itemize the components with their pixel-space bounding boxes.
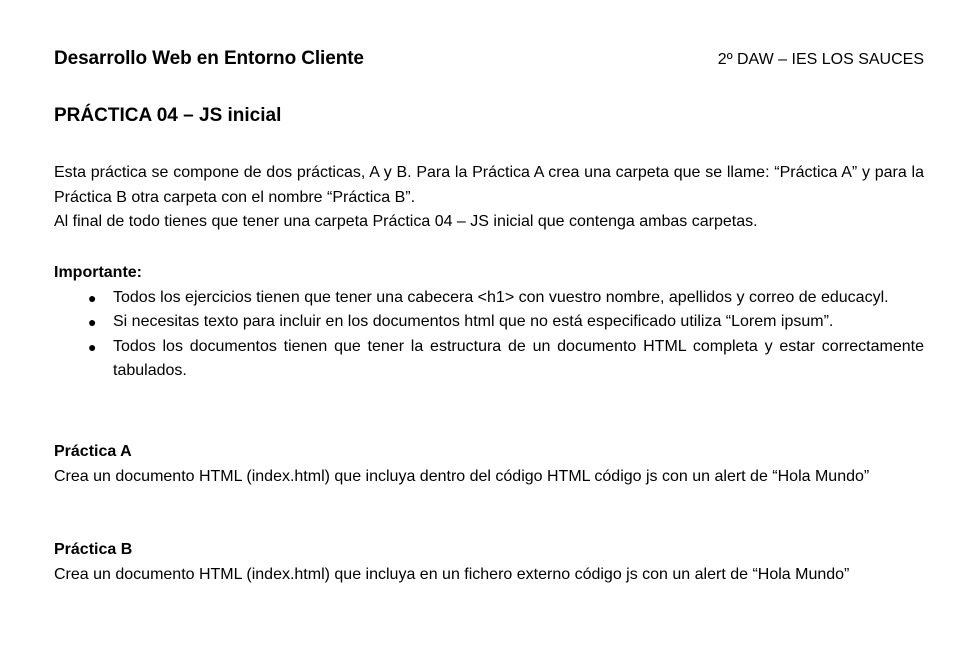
document-page: Desarrollo Web en Entorno Cliente 2º DAW… bbox=[0, 0, 970, 669]
practice-b-text: Crea un documento HTML (index.html) que … bbox=[54, 565, 850, 583]
practice-a-section: Práctica A Crea un documento HTML (index… bbox=[54, 440, 924, 489]
practice-a-text: Crea un documento HTML (index.html) que … bbox=[54, 467, 870, 485]
practice-b-section: Práctica B Crea un documento HTML (index… bbox=[54, 538, 924, 587]
list-item: ● Si necesitas texto para incluir en los… bbox=[54, 310, 924, 335]
intro-section: Esta práctica se compone de dos práctica… bbox=[54, 161, 924, 235]
practice-title: PRÁCTICA 04 – JS inicial bbox=[54, 105, 282, 126]
intro-paragraph-1: Esta práctica se compone de dos práctica… bbox=[54, 164, 924, 206]
list-item: ● Todos los ejercicios tienen que tener … bbox=[54, 286, 924, 311]
bullet-icon: ● bbox=[88, 289, 97, 306]
page-header: Desarrollo Web en Entorno Cliente 2º DAW… bbox=[54, 48, 924, 70]
rule-text: Todos los ejercicios tienen que tener un… bbox=[113, 288, 889, 306]
bullet-icon: ● bbox=[88, 338, 97, 355]
practice-b-label: Práctica B bbox=[54, 541, 133, 558]
rules-list: ● Todos los ejercicios tienen que tener … bbox=[54, 286, 924, 384]
bullet-icon: ● bbox=[88, 314, 97, 330]
list-item: ● Todos los documentos tienen que tener … bbox=[54, 335, 924, 384]
important-section: Importante: ● Todos los ejercicios tiene… bbox=[54, 261, 924, 384]
rule-text: Si necesitas texto para incluir en los d… bbox=[113, 313, 834, 330]
rule-text: Todos los documentos tienen que tener la… bbox=[113, 337, 924, 380]
important-label: Importante: bbox=[54, 264, 142, 281]
course-title: Desarrollo Web en Entorno Cliente bbox=[54, 48, 364, 69]
intro-paragraph-2: Al final de todo tienes que tener una ca… bbox=[54, 213, 758, 230]
practice-a-label: Práctica A bbox=[54, 443, 132, 460]
course-info: 2º DAW – IES LOS SAUCES bbox=[717, 51, 924, 68]
